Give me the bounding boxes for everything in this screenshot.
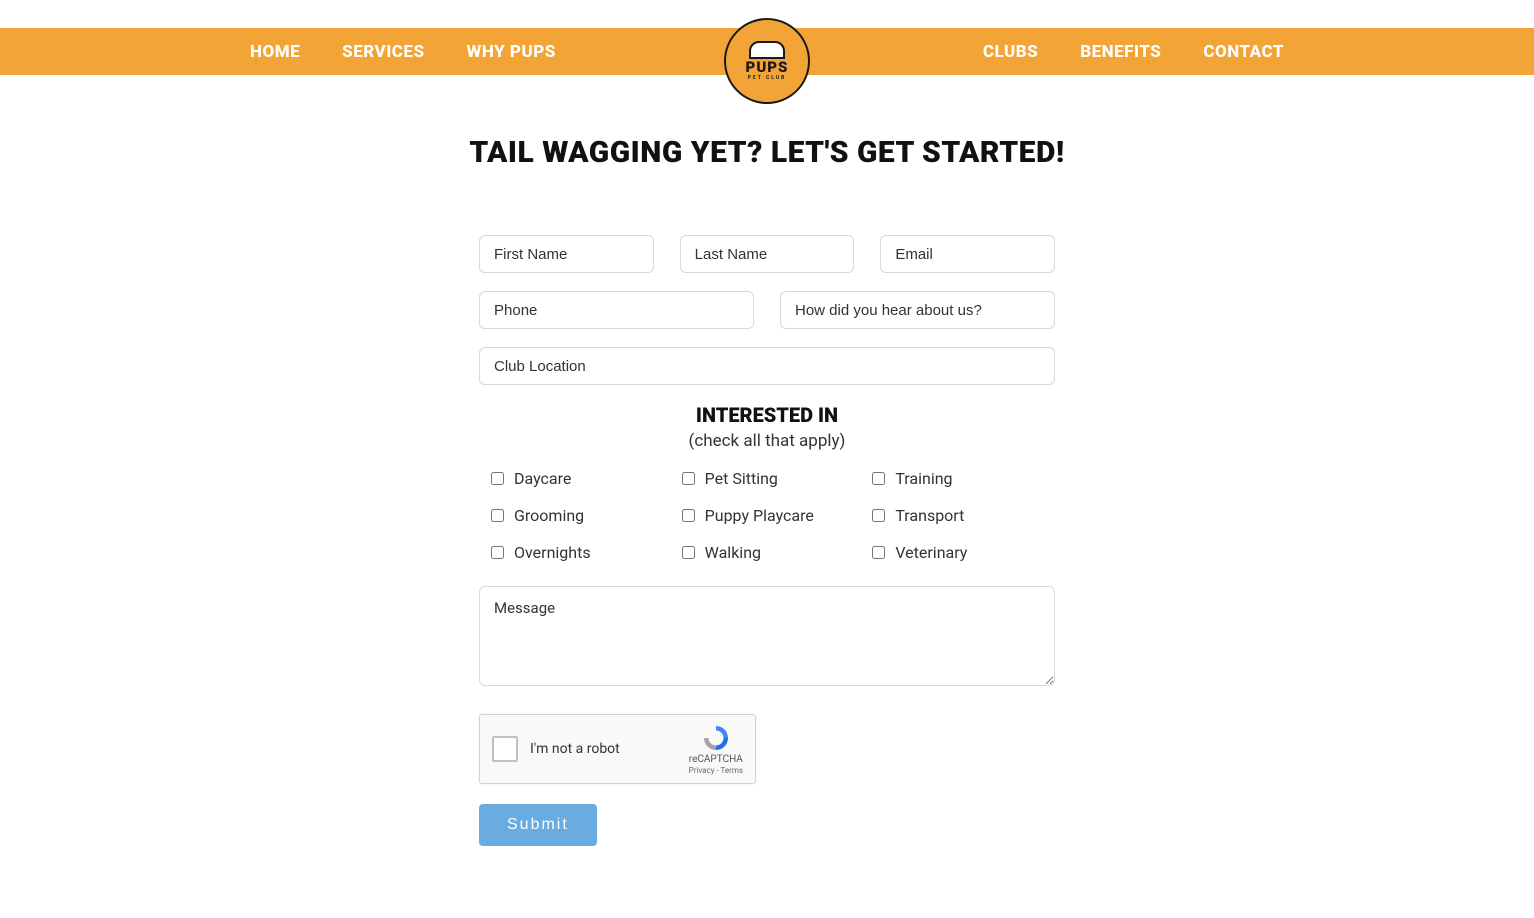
interested-in-heading: INTERESTED IN bbox=[479, 403, 1055, 427]
logo-dog-icon bbox=[749, 41, 785, 59]
nav-benefits[interactable]: BENEFITS bbox=[1080, 42, 1161, 62]
interested-checkbox-grid: Daycare Grooming Overnights Pet Sitting … bbox=[479, 469, 1055, 562]
main-content: TAIL WAGGING YET? LET'S GET STARTED! How… bbox=[272, 75, 1262, 846]
checkbox-puppy-playcare[interactable]: Puppy Playcare bbox=[682, 506, 853, 525]
checkbox-input[interactable] bbox=[682, 509, 695, 522]
checkbox-input[interactable] bbox=[872, 509, 885, 522]
checkbox-input[interactable] bbox=[872, 546, 885, 559]
checkbox-input[interactable] bbox=[491, 472, 504, 485]
recaptcha-label: I'm not a robot bbox=[530, 741, 689, 757]
checkbox-input[interactable] bbox=[491, 509, 504, 522]
first-name-input[interactable] bbox=[479, 235, 654, 273]
checkbox-veterinary[interactable]: Veterinary bbox=[872, 543, 1043, 562]
nav-contact[interactable]: CONTACT bbox=[1203, 42, 1284, 62]
contact-form: How did you hear about us? Club Location… bbox=[479, 235, 1055, 846]
checkbox-pet-sitting[interactable]: Pet Sitting bbox=[682, 469, 853, 488]
recaptcha-badge: reCAPTCHA Privacy - Terms bbox=[689, 723, 743, 776]
message-textarea[interactable] bbox=[479, 586, 1055, 686]
checkbox-transport[interactable]: Transport bbox=[872, 506, 1043, 525]
last-name-input[interactable] bbox=[680, 235, 855, 273]
nav-services[interactable]: SERVICES bbox=[342, 42, 424, 62]
checkbox-input[interactable] bbox=[682, 472, 695, 485]
nav-right: CLUBS BENEFITS CONTACT bbox=[983, 42, 1284, 62]
phone-input[interactable] bbox=[479, 291, 754, 329]
nav-home[interactable]: HOME bbox=[250, 42, 300, 62]
nav-why-pups[interactable]: WHY PUPS bbox=[467, 42, 556, 62]
club-location-select[interactable]: Club Location bbox=[479, 347, 1055, 385]
checkbox-walking[interactable]: Walking bbox=[682, 543, 853, 562]
checkbox-input[interactable] bbox=[872, 472, 885, 485]
interested-in-subtitle: (check all that apply) bbox=[479, 431, 1055, 451]
logo[interactable]: PUPS PET CLUB bbox=[724, 18, 810, 104]
nav-left: HOME SERVICES WHY PUPS bbox=[250, 42, 556, 62]
submit-button[interactable]: Submit bbox=[479, 804, 597, 846]
recaptcha-widget[interactable]: I'm not a robot reCAPTCHA Privacy - Term… bbox=[479, 714, 756, 784]
recaptcha-links[interactable]: Privacy - Terms bbox=[689, 766, 743, 776]
nav-clubs[interactable]: CLUBS bbox=[983, 42, 1038, 62]
checkbox-input[interactable] bbox=[491, 546, 504, 559]
checkbox-input[interactable] bbox=[682, 546, 695, 559]
recaptcha-checkbox[interactable] bbox=[492, 736, 518, 762]
email-input[interactable] bbox=[880, 235, 1055, 273]
page-title: TAIL WAGGING YET? LET'S GET STARTED! bbox=[272, 135, 1262, 170]
logo-inner: PUPS PET CLUB bbox=[729, 23, 805, 99]
checkbox-daycare[interactable]: Daycare bbox=[491, 469, 662, 488]
recaptcha-brand: reCAPTCHA bbox=[689, 754, 743, 766]
hear-about-select[interactable]: How did you hear about us? bbox=[780, 291, 1055, 329]
checkbox-overnights[interactable]: Overnights bbox=[491, 543, 662, 562]
recaptcha-icon bbox=[701, 723, 731, 753]
logo-subtext: PET CLUB bbox=[748, 75, 787, 81]
checkbox-grooming[interactable]: Grooming bbox=[491, 506, 662, 525]
logo-text: PUPS bbox=[746, 60, 789, 75]
checkbox-training[interactable]: Training bbox=[872, 469, 1043, 488]
top-nav-bar: HOME SERVICES WHY PUPS PUPS PET CLUB CLU… bbox=[0, 28, 1534, 75]
